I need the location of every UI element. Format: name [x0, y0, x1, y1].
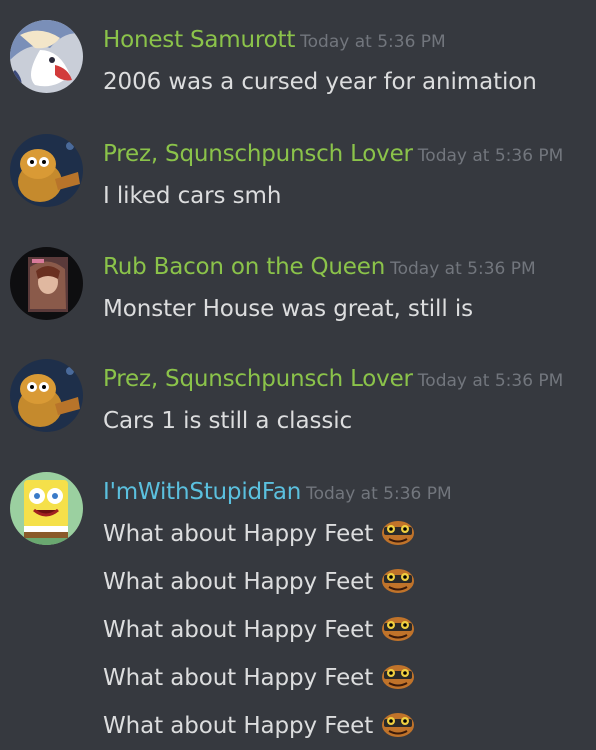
timestamp: Today at 5:36 PM — [417, 146, 564, 166]
frog-emote-icon[interactable] — [381, 614, 415, 642]
spongebob-avatar[interactable] — [10, 472, 83, 545]
timestamp: Today at 5:36 PM — [300, 32, 446, 52]
message-text: What about Happy Feet — [103, 521, 374, 547]
message-line: What about Happy Feet — [103, 566, 415, 598]
message-text: What about Happy Feet — [103, 569, 374, 595]
message-text: What about Happy Feet — [103, 617, 374, 643]
album-cover-avatar[interactable] — [10, 247, 83, 320]
username[interactable]: Rub Bacon on the Queen — [103, 254, 385, 280]
message-line: What about Happy Feet — [103, 614, 415, 646]
username[interactable]: I'mWithStupidFan — [103, 479, 301, 505]
username[interactable]: Honest Samurott — [103, 27, 295, 53]
message-text: 2006 was a cursed year for animation — [103, 69, 537, 95]
message-text: Cars 1 is still a classic — [103, 408, 353, 434]
timestamp: Today at 5:36 PM — [306, 484, 452, 504]
message-line: What about Happy Feet — [103, 518, 415, 550]
message-header: Rub Bacon on the Queen Today at 5:36 PM — [103, 251, 536, 285]
frog-emote-icon[interactable] — [381, 710, 415, 738]
frog-emote-icon[interactable] — [381, 518, 415, 546]
message-line: What about Happy Feet — [103, 710, 415, 742]
message-line: What about Happy Feet — [103, 662, 415, 694]
frog-emote-icon[interactable] — [381, 566, 415, 594]
message-text: I liked cars smh — [103, 183, 282, 209]
username[interactable]: Prez, Squnschpunsch Lover — [103, 366, 413, 392]
cartoon-character-avatar[interactable] — [10, 359, 83, 432]
cartoon-character-avatar[interactable] — [10, 134, 83, 207]
timestamp: Today at 5:36 PM — [417, 371, 564, 391]
timestamp: Today at 5:36 PM — [390, 259, 536, 279]
samurott-avatar[interactable] — [10, 20, 83, 93]
message-text: Monster House was great, still is — [103, 296, 473, 322]
message-header: Prez, Squnschpunsch Lover Today at 5:36 P… — [103, 363, 563, 397]
message-header: I'mWithStupidFan Today at 5:36 PM — [103, 476, 452, 510]
message-text: What about Happy Feet — [103, 665, 374, 691]
username[interactable]: Prez, Squnschpunsch Lover — [103, 141, 413, 167]
message-header: Prez, Squnschpunsch Lover Today at 5:36 P… — [103, 138, 563, 172]
message-text: What about Happy Feet — [103, 713, 374, 739]
message-header: Honest Samurott Today at 5:36 PM — [103, 24, 446, 58]
frog-emote-icon[interactable] — [381, 662, 415, 690]
